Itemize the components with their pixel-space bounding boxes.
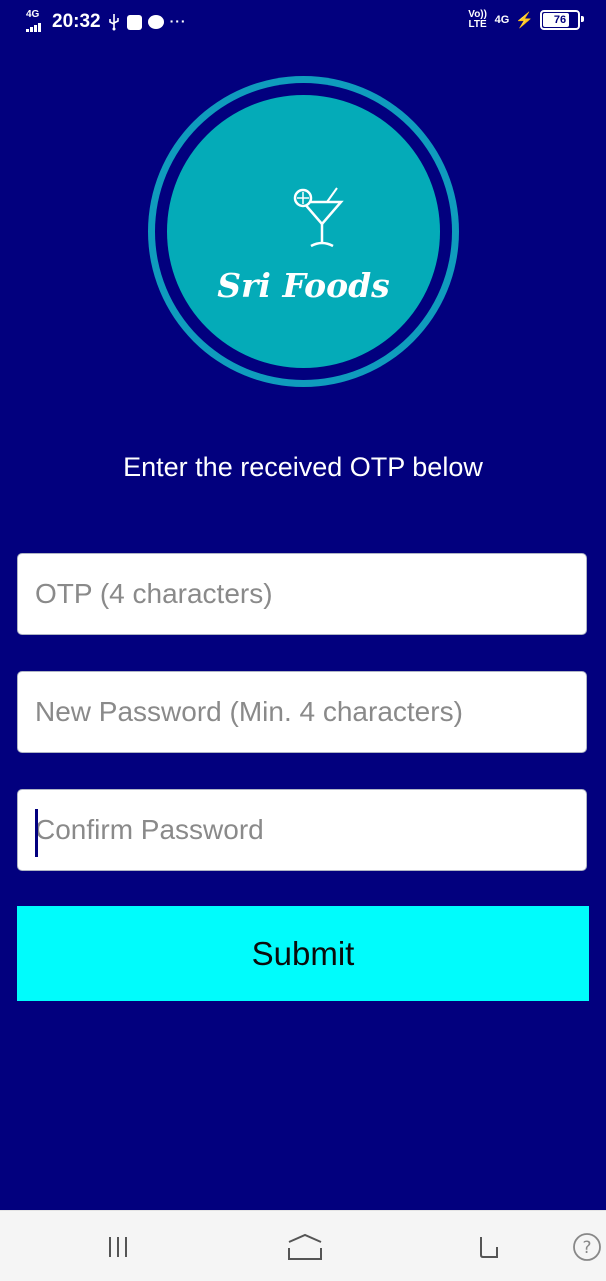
usb-icon [108, 14, 119, 31]
app-notification-icon [126, 14, 142, 30]
help-button[interactable]: ? [570, 1223, 604, 1271]
clock: 20:32 [52, 11, 101, 32]
more-notifications-icon: ··· [169, 13, 187, 29]
confirm-password-input[interactable] [18, 790, 586, 870]
menu-button[interactable] [98, 1223, 138, 1271]
brand-logo: Sri Foods [148, 76, 459, 387]
battery-level: 76 [553, 14, 567, 26]
back-icon [480, 1237, 498, 1258]
new-password-field-container [17, 671, 587, 753]
cocktail-glass-icon [293, 187, 344, 248]
otp-input[interactable] [18, 554, 586, 634]
back-button[interactable] [468, 1223, 508, 1271]
brand-name: Sri Foods [217, 266, 390, 305]
text-cursor [35, 809, 38, 857]
chat-notification-icon [147, 15, 164, 29]
signal-4g-icon: 4G [24, 10, 44, 34]
network-type-right: 4G [494, 14, 510, 26]
network-type-label: 4G [26, 9, 40, 20]
otp-field-container [17, 553, 587, 635]
svg-text:?: ? [582, 1238, 591, 1258]
confirm-password-field-container [17, 789, 587, 871]
charging-icon: ⚡ [515, 12, 534, 29]
system-nav-bar: ? [0, 1210, 606, 1281]
battery-icon: 76 [540, 10, 584, 30]
status-bar: 4G 20:32 ··· Vo)) LTE 4G ⚡ 76 [0, 0, 606, 46]
otp-instruction-heading: Enter the received OTP below [123, 452, 483, 482]
home-icon [288, 1233, 322, 1260]
volte-indicator: Vo)) LTE [468, 9, 487, 30]
menu-icon [109, 1237, 127, 1257]
help-icon: ? [573, 1233, 601, 1261]
submit-button[interactable]: Submit [17, 906, 589, 1001]
home-button[interactable] [280, 1223, 330, 1271]
new-password-input[interactable] [18, 672, 586, 752]
